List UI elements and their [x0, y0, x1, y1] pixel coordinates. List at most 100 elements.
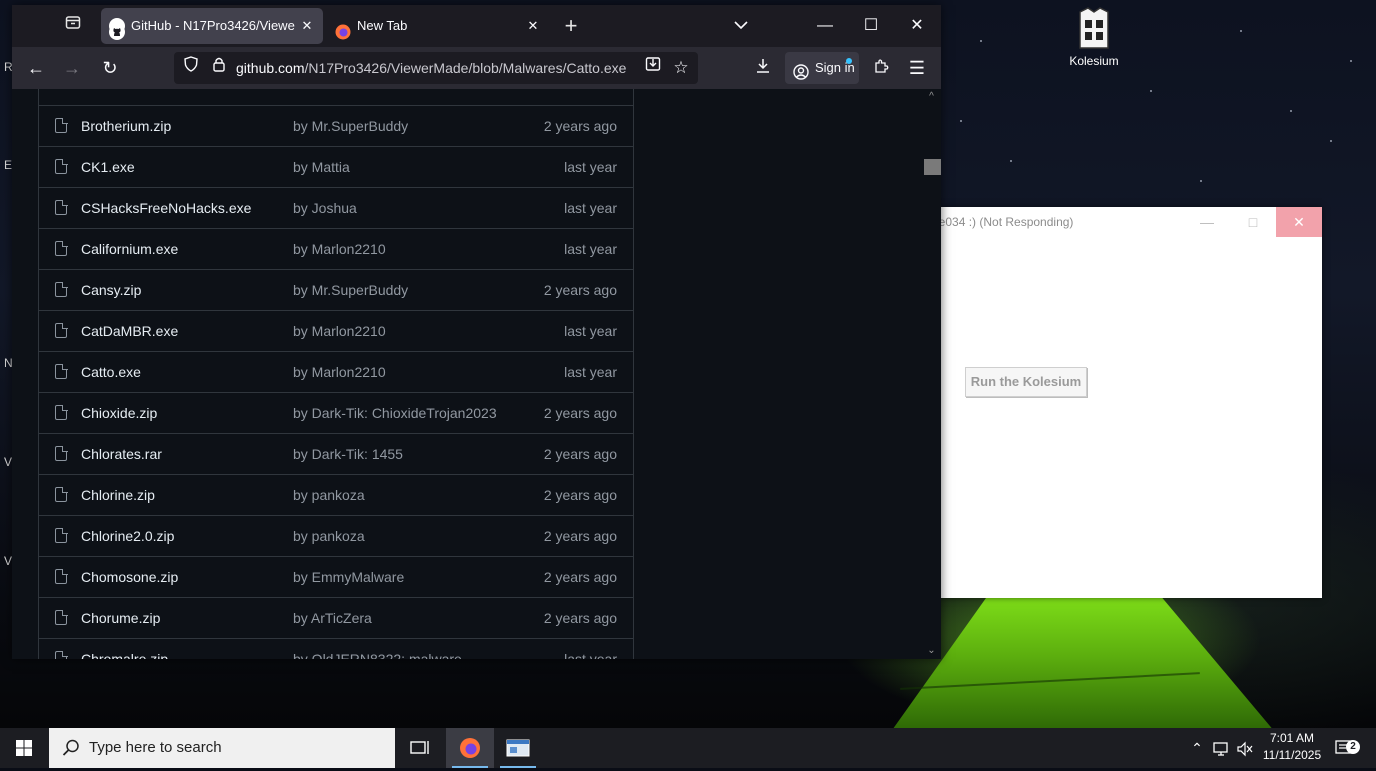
file-icon	[55, 650, 68, 659]
close-button[interactable]: ✕	[1276, 207, 1322, 237]
address-bar[interactable]: github.com/N17Pro3426/ViewerMade/blob/Ma…	[174, 52, 698, 84]
star	[1010, 160, 1012, 162]
show-hidden-icons-chevron-icon[interactable]: ⌃	[1186, 728, 1208, 768]
minimize-button[interactable]: —	[802, 5, 848, 47]
scroll-up-arrow-icon[interactable]: ^	[922, 91, 941, 102]
list-item[interactable]: Chlorine.zip by pankoza 2 years ago	[39, 474, 633, 515]
page-scrollbar[interactable]: ^ ⌄	[922, 89, 941, 659]
start-button[interactable]	[0, 728, 48, 768]
reload-icon[interactable]: ↻	[96, 55, 124, 81]
back-arrow-icon[interactable]: ←	[22, 55, 50, 81]
list-item[interactable]: CK1.exe by Mattia last year	[39, 146, 633, 187]
file-name-link[interactable]: Cansy.zip	[81, 270, 141, 310]
minimize-button[interactable]: —	[1184, 207, 1230, 237]
file-icon	[55, 404, 68, 420]
file-age: 2 years ago	[543, 282, 617, 298]
file-icon	[55, 158, 68, 174]
file-name-link[interactable]: Californium.exe	[81, 229, 178, 269]
extensions-puzzle-icon[interactable]	[867, 55, 895, 81]
taskbar-firefox[interactable]	[446, 728, 494, 768]
run-kolesium-button[interactable]: Run the Kolesium	[965, 367, 1087, 397]
file-name-link[interactable]: Brotherium.zip	[81, 106, 171, 146]
reader-view-icon[interactable]	[640, 55, 666, 81]
file-author: by Marlon2210	[293, 241, 386, 257]
close-window-button[interactable]: ✕	[894, 5, 940, 47]
list-item[interactable]: Catto.exe by Marlon2210 last year	[39, 351, 633, 392]
file-name-link[interactable]: CK1.exe	[81, 147, 135, 187]
notification-center-button[interactable]: 2	[1330, 728, 1360, 768]
tab-github[interactable]: GitHub - N17Pro3426/ViewerMade ✕	[101, 8, 323, 44]
lock-icon[interactable]	[206, 55, 232, 81]
list-item[interactable]: Chlorine2.0.zip by pankoza 2 years ago	[39, 515, 633, 556]
tracking-protection-shield-icon[interactable]	[178, 55, 204, 81]
firefox-view-icon[interactable]	[60, 13, 86, 39]
list-item[interactable]: Chorume.zip by ArTicZera 2 years ago	[39, 597, 633, 638]
url-text[interactable]: github.com/N17Pro3426/ViewerMade/blob/Ma…	[236, 52, 626, 84]
new-tab-plus-icon[interactable]: +	[558, 13, 584, 39]
maximize-button[interactable]: □	[1230, 207, 1276, 237]
bookmark-star-icon[interactable]: ☆	[668, 55, 694, 81]
downloads-icon[interactable]	[749, 55, 777, 81]
file-author: by Mr.SuperBuddy	[293, 118, 409, 134]
file-name-link[interactable]: CSHacksFreeNoHacks.exe	[81, 188, 251, 228]
list-item[interactable]: Cansy.zip by Mr.SuperBuddy 2 years ago	[39, 269, 633, 310]
app-window-icon	[506, 739, 530, 757]
system-clock[interactable]: 7:01 AM 11/11/2025	[1256, 730, 1328, 764]
file-icon	[55, 240, 68, 256]
scroll-down-arrow-icon[interactable]: ⌄	[922, 645, 941, 656]
file-name-link[interactable]: Chlorates.rar	[81, 434, 162, 474]
list-item[interactable]: CSHacksFreeNoHacks.exe by Joshua last ye…	[39, 187, 633, 228]
file-author: by ArTicZera	[293, 610, 372, 626]
file-name-link[interactable]: Chorume.zip	[81, 598, 160, 638]
list-item[interactable]: Chromalre.zip by OldJERN8322: malware la…	[39, 638, 633, 659]
taskbar-search-box[interactable]: Type here to search	[49, 728, 395, 768]
list-item[interactable]: Chomosone.zip by EmmyMalware 2 years ago	[39, 556, 633, 597]
file-age: 2 years ago	[543, 405, 617, 421]
file-icon	[55, 609, 68, 625]
clock-date: 11/11/2025	[1262, 748, 1322, 762]
network-icon[interactable]	[1210, 728, 1234, 768]
file-author: by OldJERN8322: malware	[293, 651, 462, 659]
file-age: 2 years ago	[543, 487, 617, 503]
close-tab-icon[interactable]: ✕	[297, 8, 317, 44]
kolesium-window-title: ore034 :) (Not Responding)	[928, 215, 1074, 229]
list-tabs-chevron-icon[interactable]	[728, 13, 754, 39]
file-name-link[interactable]: Chomosone.zip	[81, 557, 178, 597]
file-author: by Mattia	[293, 159, 350, 175]
tab-label: GitHub - N17Pro3426/ViewerMade	[131, 18, 295, 33]
file-age: last year	[564, 159, 617, 175]
taskbar-kolesium-app[interactable]	[494, 728, 542, 768]
sign-in-button[interactable]: Sign in	[785, 52, 859, 84]
desktop-icon-kolesium[interactable]: Kolesium	[1058, 6, 1130, 68]
list-item[interactable]: Californium.exe by Marlon2210 last year	[39, 228, 633, 269]
list-item[interactable]: Brotherium.zip by Mr.SuperBuddy 2 years …	[39, 105, 633, 146]
notification-count-badge: 2	[1346, 740, 1360, 754]
kolesium-titlebar[interactable]: ore034 :) (Not Responding) — □ ✕	[928, 207, 1322, 237]
file-name-link[interactable]: Chromalre.zip	[81, 639, 168, 659]
file-name-link[interactable]: CatDaMBR.exe	[81, 311, 178, 351]
desktop-icon-label: Kolesium	[1069, 54, 1119, 68]
file-name-link[interactable]: Chioxide.zip	[81, 393, 157, 433]
forward-arrow-icon[interactable]: →	[58, 55, 86, 81]
list-item[interactable]	[39, 89, 633, 105]
scrollbar-thumb[interactable]	[924, 159, 941, 175]
firefox-icon	[460, 738, 480, 758]
account-icon	[793, 60, 809, 92]
volume-muted-icon[interactable]	[1234, 728, 1256, 768]
maximize-button[interactable]: ☐	[848, 5, 894, 47]
file-name-link[interactable]: Chlorine2.0.zip	[81, 516, 174, 556]
file-list: Brotherium.zip by Mr.SuperBuddy 2 years …	[38, 89, 634, 659]
hamburger-menu-icon[interactable]: ☰	[903, 55, 931, 81]
list-item[interactable]: Chlorates.rar by Dark-Tik: 1455 2 years …	[39, 433, 633, 474]
task-view-button[interactable]	[396, 728, 444, 768]
file-age: last year	[564, 200, 617, 216]
close-tab-icon[interactable]: ✕	[523, 8, 543, 44]
file-name-link[interactable]: Chlorine.zip	[81, 475, 155, 515]
file-icon	[55, 527, 68, 543]
tab-new-tab[interactable]: New Tab ✕	[327, 8, 549, 44]
list-item[interactable]: CatDaMBR.exe by Marlon2210 last year	[39, 310, 633, 351]
star	[1290, 110, 1292, 112]
file-name-link[interactable]: Catto.exe	[81, 352, 141, 392]
list-item[interactable]: Chioxide.zip by Dark-Tik: ChioxideTrojan…	[39, 392, 633, 433]
file-author: by Marlon2210	[293, 364, 386, 380]
